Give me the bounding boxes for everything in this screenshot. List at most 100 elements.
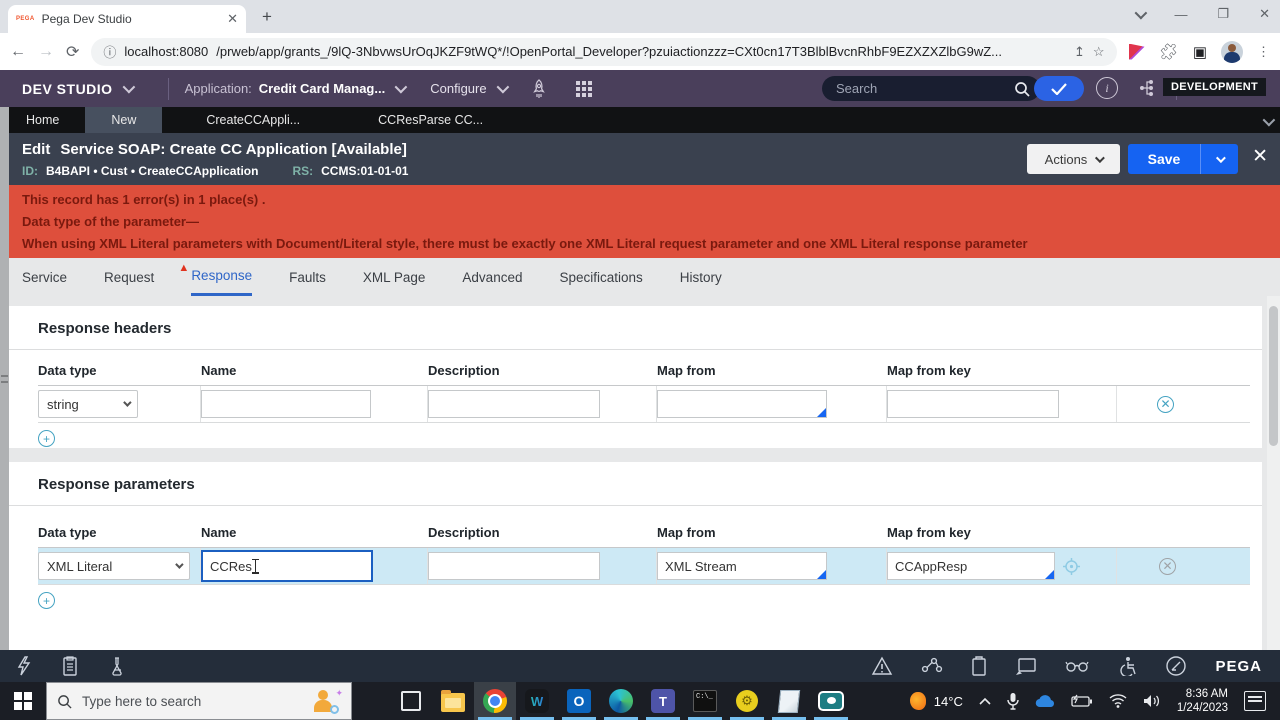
tracer-icon[interactable] <box>921 656 943 676</box>
accessibility-icon[interactable] <box>1117 656 1137 676</box>
forward-icon: → <box>38 42 54 60</box>
left-splitter-rail[interactable] <box>0 107 9 650</box>
tab-service[interactable]: Service <box>22 260 67 295</box>
tab-faults[interactable]: Faults <box>289 260 326 295</box>
map-from-input[interactable] <box>657 390 827 418</box>
configure-menu[interactable]: Configure <box>430 81 486 96</box>
target-icon[interactable] <box>1063 557 1080 575</box>
weather-widget[interactable]: 14°C <box>909 692 963 710</box>
extension-flag-icon[interactable] <box>1129 44 1145 60</box>
validate-check-button[interactable] <box>1034 76 1084 101</box>
settings-app-button[interactable] <box>726 682 768 720</box>
tab-specifications[interactable]: Specifications <box>559 260 642 295</box>
terminal-button[interactable]: C:\_ <box>684 682 726 720</box>
alerts-icon[interactable] <box>871 656 893 676</box>
hierarchy-icon[interactable] <box>1138 78 1158 98</box>
tab-advanced[interactable]: Advanced <box>462 260 522 295</box>
microphone-icon[interactable] <box>1007 692 1019 710</box>
chevron-down-icon[interactable] <box>496 80 509 94</box>
task-view-button[interactable] <box>390 682 432 720</box>
recorder-button[interactable] <box>810 682 852 720</box>
search-input[interactable]: Search <box>822 76 1040 101</box>
scrollbar[interactable] <box>1267 296 1280 650</box>
battery-icon[interactable] <box>1071 694 1093 708</box>
delete-row-icon[interactable]: ✕ <box>1157 395 1174 413</box>
ruleset-glasses-icon[interactable] <box>1065 656 1090 676</box>
add-row-icon[interactable]: + <box>38 592 55 609</box>
window-restore-button[interactable]: ❐ <box>1217 6 1229 22</box>
tab-xml-page[interactable]: XML Page <box>363 260 426 295</box>
actions-button[interactable]: Actions <box>1027 144 1120 174</box>
edge-button[interactable] <box>600 682 642 720</box>
live-ui-icon[interactable] <box>1015 656 1037 676</box>
browser-menu-icon[interactable]: ⋮ <box>1257 44 1270 60</box>
volume-icon[interactable] <box>1143 694 1161 708</box>
tab-close-icon[interactable]: ✕ <box>227 11 238 27</box>
tab-overflow-chevron-icon[interactable] <box>1262 113 1276 129</box>
notification-center-icon[interactable] <box>1244 691 1266 711</box>
file-explorer-button[interactable] <box>432 682 474 720</box>
tab-new[interactable]: New <box>85 107 163 133</box>
new-tab-button[interactable]: + <box>262 7 272 27</box>
browser-profile-avatar[interactable] <box>1221 40 1243 63</box>
url-bar[interactable]: ⓘ localhost:8080 /prweb/app/grants_/9lQ-… <box>91 37 1117 66</box>
search-highlights-icon[interactable]: ✦ <box>311 688 343 714</box>
map-from-key-input[interactable] <box>887 390 1059 418</box>
wifi-icon[interactable] <box>1109 694 1127 708</box>
chevron-down-icon[interactable] <box>394 80 408 94</box>
chevron-down-icon[interactable] <box>122 80 135 94</box>
tab-home[interactable]: Home <box>0 107 85 133</box>
outlook-button[interactable] <box>558 682 600 720</box>
close-record-icon[interactable]: ✕ <box>1252 147 1268 166</box>
info-icon[interactable]: i <box>1096 77 1118 99</box>
teams-button[interactable] <box>642 682 684 720</box>
description-input[interactable] <box>428 552 600 580</box>
refresh-icon[interactable]: ⟳ <box>66 42 79 62</box>
tab-ccresparse[interactable]: CCResParse CC... <box>352 107 509 133</box>
webex-button[interactable] <box>516 682 558 720</box>
map-from-key-input[interactable]: CCAppResp <box>887 552 1055 580</box>
splitter-handle-icon[interactable] <box>1 375 8 383</box>
chrome-button[interactable] <box>474 682 516 720</box>
tab-request[interactable]: Request <box>104 260 154 295</box>
back-icon[interactable]: ← <box>10 43 26 61</box>
extension-square-icon[interactable]: ▣ <box>1193 43 1207 61</box>
flask-icon[interactable] <box>108 656 126 676</box>
map-from-input[interactable]: XML Stream <box>657 552 827 580</box>
save-button[interactable]: Save <box>1128 144 1200 174</box>
tab-history[interactable]: History <box>680 260 722 295</box>
clipboard-list-icon[interactable] <box>62 656 78 676</box>
rocket-icon[interactable] <box>530 78 548 99</box>
onedrive-icon[interactable] <box>1035 694 1055 708</box>
window-minimize-button[interactable]: — <box>1174 7 1187 22</box>
start-button[interactable] <box>0 682 46 720</box>
site-info-icon[interactable]: ⓘ <box>103 42 116 61</box>
description-input[interactable] <box>428 390 600 418</box>
share-icon[interactable]: ↥ <box>1074 44 1085 60</box>
taskbar-search-input[interactable]: Type here to search ✦ <box>46 682 352 720</box>
taskbar-clock[interactable]: 8:36 AM 1/24/2023 <box>1177 687 1228 715</box>
tab-search-icon[interactable] <box>1134 6 1148 19</box>
browser-tab[interactable]: PEGA Pega Dev Studio ✕ <box>8 5 246 33</box>
add-row-icon[interactable]: + <box>38 430 55 447</box>
save-dropdown-button[interactable] <box>1200 144 1238 174</box>
data-type-select[interactable]: XML Literal <box>38 552 190 580</box>
tab-createccapplication[interactable]: CreateCCAppli... <box>180 107 326 133</box>
extensions-puzzle-icon[interactable]: 🧩︎ <box>1159 42 1179 62</box>
tab-response[interactable]: ▲ Response <box>178 258 253 296</box>
lightning-icon[interactable] <box>16 656 32 676</box>
window-close-button[interactable]: ✕ <box>1259 6 1270 22</box>
bookmark-star-icon[interactable]: ☆ <box>1093 44 1105 60</box>
tray-expand-icon[interactable] <box>979 697 991 705</box>
name-input-focused[interactable]: CCRes <box>201 550 373 582</box>
data-type-select[interactable]: string <box>38 390 138 418</box>
name-input[interactable] <box>201 390 371 418</box>
performance-gauge-icon[interactable] <box>1165 655 1187 677</box>
clipboard-icon[interactable] <box>971 656 987 676</box>
delete-row-icon[interactable]: ✕ <box>1159 557 1176 575</box>
notepad-button[interactable] <box>768 682 810 720</box>
dev-studio-brand[interactable]: DEV STUDIO <box>22 81 113 97</box>
app-grid-icon[interactable] <box>575 80 592 97</box>
application-name[interactable]: Credit Card Manag... <box>259 81 385 96</box>
scrollbar-thumb[interactable] <box>1269 306 1278 446</box>
